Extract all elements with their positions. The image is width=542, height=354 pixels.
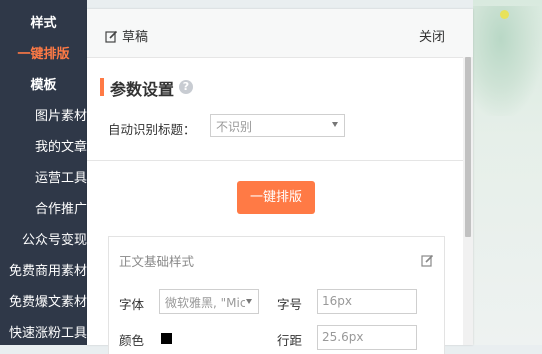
- edit-icon: [105, 30, 118, 43]
- panel-header: 草稿 关闭: [87, 9, 473, 58]
- divider: [87, 160, 463, 161]
- font-value: 微软雅黑, "Mic: [165, 296, 245, 310]
- line-height-input[interactable]: 25.6px: [317, 325, 417, 350]
- sidebar-item-label: 快速涨粉工具: [8, 326, 87, 341]
- color-swatch[interactable]: [161, 333, 172, 344]
- sidebar: 样式 一键排版 模板 图片素材 我的文章 运营工具 合作推广 公众号变现 免费商…: [0, 0, 87, 345]
- sidebar-item-label: 合作推广: [34, 202, 87, 217]
- sidebar-item-one-click-format[interactable]: 一键排版: [0, 39, 87, 70]
- body-style-card: 正文基础样式 字体 微软雅黑, "Mic 字号 16px 颜色 行距 25.6p…: [108, 236, 445, 354]
- sidebar-item-label: 模板: [30, 78, 57, 93]
- sidebar-item-label: 样式: [30, 16, 57, 31]
- font-size-input[interactable]: 16px: [317, 289, 417, 314]
- section-title: 参数设置: [110, 80, 175, 99]
- edit-icon[interactable]: [421, 252, 434, 271]
- sidebar-item-free-assets[interactable]: 免费商用素材: [0, 256, 87, 287]
- sidebar-item-monetize[interactable]: 公众号变现: [0, 225, 87, 256]
- line-height-value: 25.6px: [322, 330, 364, 344]
- format-panel: 草稿 关闭 参数设置 ? 自动识别标题： 不识别 一键排版 正文基础样式 字体 …: [87, 9, 473, 354]
- sidebar-item-label: 免费商用素材: [8, 264, 87, 279]
- draft-button[interactable]: 草稿: [105, 26, 148, 45]
- section-accent-bar: [100, 78, 104, 96]
- font-size-value: 16px: [322, 294, 352, 308]
- card-title: 正文基础样式: [119, 254, 195, 269]
- question-icon[interactable]: ?: [179, 80, 193, 94]
- background-decoration: [473, 0, 542, 345]
- sidebar-item-images[interactable]: 图片素材: [0, 101, 87, 132]
- sidebar-item-growth-tools[interactable]: 快速涨粉工具: [0, 318, 87, 349]
- size-label: 字号: [277, 297, 303, 312]
- font-select[interactable]: 微软雅黑, "Mic: [159, 289, 259, 314]
- sidebar-item-template[interactable]: 模板: [0, 70, 87, 101]
- sidebar-item-my-articles[interactable]: 我的文章: [0, 132, 87, 163]
- sidebar-item-label: 一键排版: [17, 47, 70, 62]
- font-label: 字体: [119, 297, 145, 312]
- scrollbar-thumb[interactable]: [465, 57, 471, 237]
- line-height-label: 行距: [277, 333, 303, 348]
- sidebar-item-label: 我的文章: [34, 140, 87, 155]
- chevron-down-icon: [246, 299, 252, 304]
- scrollbar[interactable]: [463, 57, 473, 345]
- close-button[interactable]: 关闭: [419, 26, 445, 45]
- sidebar-item-style[interactable]: 样式: [0, 8, 87, 39]
- auto-title-select[interactable]: 不识别: [210, 114, 345, 137]
- sidebar-item-label: 免费爆文素材: [8, 295, 87, 310]
- auto-title-value: 不识别: [216, 120, 253, 134]
- sidebar-item-viral-assets[interactable]: 免费爆文素材: [0, 287, 87, 318]
- background-blob: [473, 6, 542, 116]
- sidebar-item-label: 运营工具: [34, 171, 87, 186]
- sidebar-item-ops-tools[interactable]: 运营工具: [0, 163, 87, 194]
- chevron-down-icon: [332, 122, 338, 127]
- auto-title-label: 自动识别标题：: [108, 122, 196, 137]
- color-label: 颜色: [119, 333, 145, 348]
- sidebar-item-label: 公众号变现: [21, 233, 87, 248]
- one-click-format-button[interactable]: 一键排版: [237, 181, 315, 214]
- sidebar-item-label: 图片素材: [34, 109, 87, 124]
- draft-label: 草稿: [122, 30, 149, 45]
- sidebar-item-promotion[interactable]: 合作推广: [0, 194, 87, 225]
- background-dot: [500, 10, 509, 19]
